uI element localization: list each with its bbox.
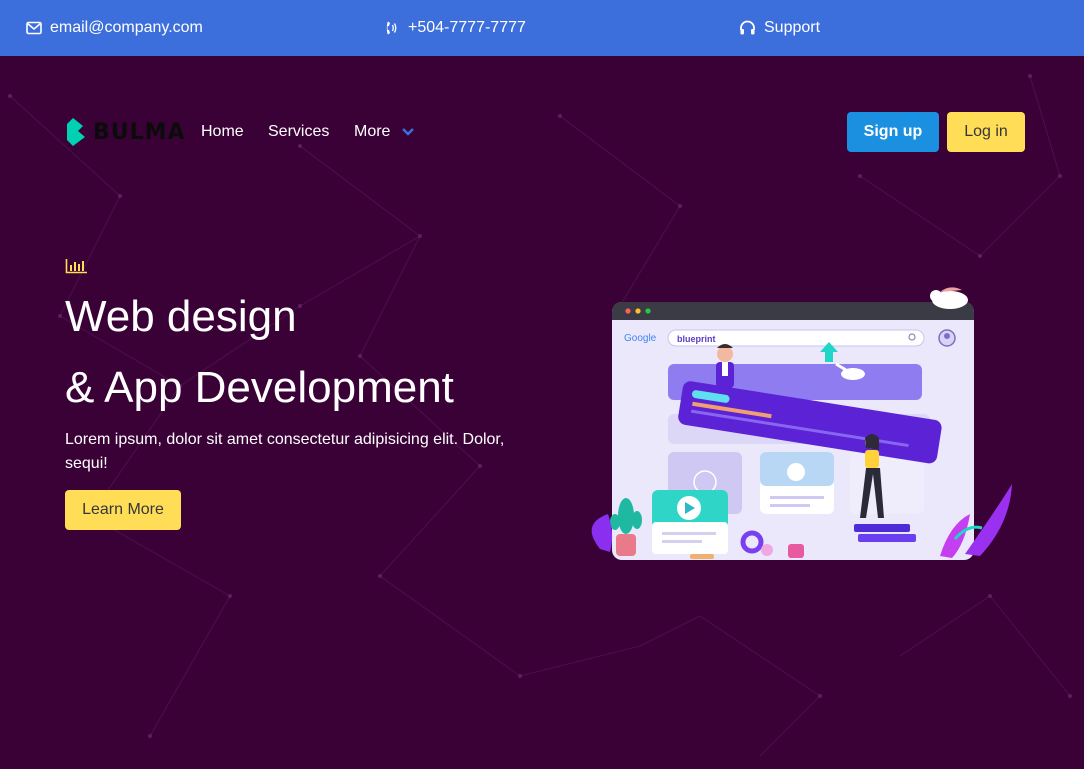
google-wordmark: Google: [624, 333, 657, 344]
email-text: email@company.com: [50, 19, 203, 36]
email-contact[interactable]: email@company.com: [26, 0, 203, 56]
phone-volume-icon: [386, 21, 397, 35]
sign-up-button[interactable]: Sign up: [847, 112, 939, 152]
phone-contact[interactable]: +504-7777-7777: [384, 0, 526, 56]
chart-bar-icon: [65, 259, 87, 274]
headphones-icon: [740, 20, 755, 35]
support-contact[interactable]: Support: [739, 0, 820, 56]
web-design-illustration: Google blueprint: [591, 287, 1012, 560]
hero-title-line1: Web design: [65, 292, 297, 341]
support-text: Support: [764, 19, 821, 36]
chevron-down-icon: [402, 128, 415, 136]
learn-more-button[interactable]: Learn More: [65, 490, 181, 530]
main-navbar: BULMA Home Services More Sign up Log in: [0, 56, 1084, 208]
nav-dropdown-more[interactable]: More: [354, 123, 415, 141]
logo-text: BULMA: [93, 119, 186, 145]
contact-topbar: email@company.com +504-7777-7777 Support: [0, 0, 1084, 56]
bulma-logo-icon: [67, 118, 85, 146]
log-in-button[interactable]: Log in: [947, 112, 1025, 152]
nav-link-services[interactable]: Services: [268, 123, 329, 141]
hero-section: BULMA Home Services More Sign up Log in …: [0, 56, 1084, 769]
hero-subtitle: Lorem ipsum, dolor sit amet consectetur …: [65, 431, 505, 472]
nav-link-more: More: [354, 123, 391, 140]
brand-logo[interactable]: BULMA: [65, 118, 186, 146]
phone-text: +504-7777-7777: [408, 19, 526, 36]
nav-link-home[interactable]: Home: [201, 123, 244, 141]
search-text: blueprint: [677, 334, 716, 344]
envelope-icon: [26, 21, 42, 35]
hero-title-line2: & App Development: [65, 363, 454, 412]
